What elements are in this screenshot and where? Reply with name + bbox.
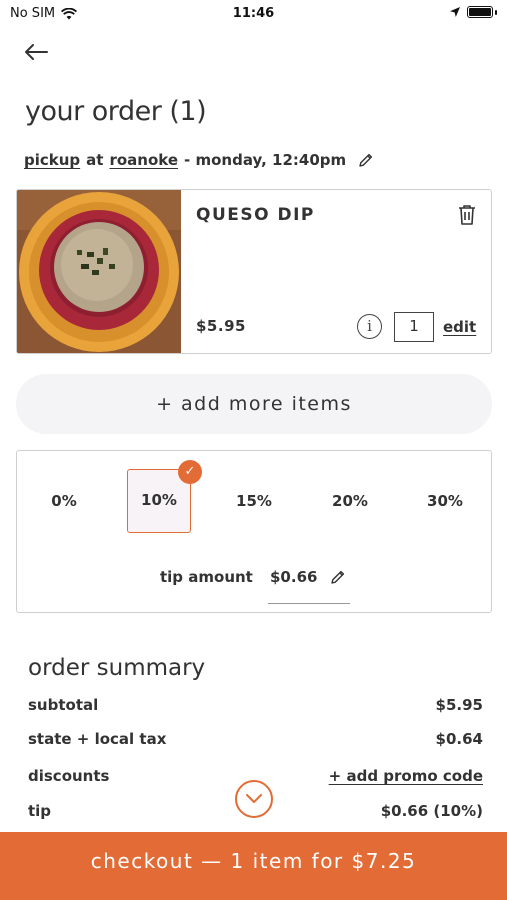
tip-option-15[interactable]: 15% bbox=[222, 469, 286, 533]
trash-icon[interactable] bbox=[457, 204, 477, 226]
status-time: 11:46 bbox=[232, 6, 275, 21]
chevron-down-icon bbox=[246, 794, 262, 803]
tip-card: 0% 10% ✓ 15% 20% 30% tip amount $0.66 bbox=[16, 450, 492, 613]
tip-option-20[interactable]: 20% bbox=[318, 469, 382, 533]
checkout-button[interactable]: checkout — 1 item for $7.25 bbox=[0, 832, 507, 900]
queso-dip-image bbox=[17, 190, 181, 353]
tip-amount-underline bbox=[268, 603, 350, 604]
order-summary-title: order summary bbox=[28, 655, 206, 681]
summary-label: discounts bbox=[28, 767, 110, 785]
cart-item-card: QUESO DIP $5.95 i 1 edit bbox=[16, 189, 492, 354]
item-price: $5.95 bbox=[196, 317, 246, 335]
back-button[interactable] bbox=[22, 38, 54, 66]
tip-option-30[interactable]: 30% bbox=[413, 469, 477, 533]
scroll-down-button[interactable] bbox=[235, 780, 273, 818]
status-bar: No SIM 11:46 bbox=[0, 0, 507, 30]
pickup-info: pickup at roanoke - monday, 12:40pm bbox=[24, 151, 374, 169]
summary-value: $0.64 bbox=[435, 730, 483, 748]
pickup-at-text: at bbox=[86, 151, 104, 169]
selected-check-icon: ✓ bbox=[178, 460, 202, 484]
edit-pickup-pencil-icon[interactable] bbox=[358, 152, 374, 168]
tip-amount-label: tip amount bbox=[160, 568, 253, 586]
edit-tip-pencil-icon[interactable] bbox=[330, 569, 346, 585]
info-icon[interactable]: i bbox=[357, 314, 382, 339]
pickup-time-text: - monday, 12:40pm bbox=[184, 151, 347, 169]
tip-option-0[interactable]: 0% bbox=[32, 469, 96, 533]
pickup-location-link[interactable]: roanoke bbox=[109, 151, 178, 169]
tip-amount-input[interactable]: $0.66 bbox=[270, 568, 317, 586]
arrow-left-icon bbox=[25, 44, 48, 60]
item-name: QUESO DIP bbox=[196, 205, 315, 225]
status-right bbox=[449, 6, 497, 18]
summary-label: state + local tax bbox=[28, 730, 167, 748]
summary-label: tip bbox=[28, 802, 52, 820]
quantity-field[interactable]: 1 bbox=[394, 312, 434, 342]
summary-label: subtotal bbox=[28, 696, 99, 714]
add-promo-code-link[interactable]: + add promo code bbox=[329, 767, 483, 785]
summary-value: $5.95 bbox=[435, 696, 483, 714]
edit-item-link[interactable]: edit bbox=[443, 318, 476, 336]
add-more-items-button[interactable]: + add more items bbox=[16, 374, 492, 434]
location-arrow-icon bbox=[450, 7, 460, 17]
battery-tip bbox=[495, 9, 497, 15]
page-title: your order (1) bbox=[25, 96, 207, 127]
summary-value: $0.66 (10%) bbox=[380, 802, 483, 820]
battery-icon bbox=[467, 6, 493, 18]
pickup-mode-link[interactable]: pickup bbox=[24, 151, 80, 169]
